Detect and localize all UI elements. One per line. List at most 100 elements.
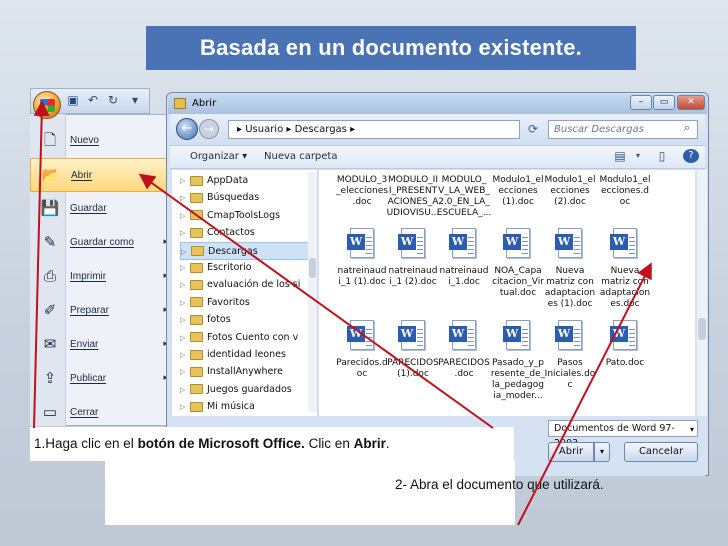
preview-pane-icon[interactable]: ▯ [654, 149, 670, 163]
file-name[interactable]: Parecidos.d oc [334, 358, 390, 380]
nav-item[interactable]: ▷ fotos [180, 311, 316, 329]
menu-item-nuevo[interactable]: 🗋 Nuevo [30, 124, 180, 158]
nav-item[interactable]: ▷ Contactos [180, 224, 316, 242]
menu-item-imprimir[interactable]: ⎙Imprimir▸ [30, 260, 180, 294]
redo-icon[interactable]: ↻ [106, 93, 120, 107]
text-line-icon [468, 241, 474, 242]
nav-item[interactable]: ▷ Favoritos [180, 294, 316, 312]
nav-item[interactable]: ▷ Escritorio [180, 259, 316, 277]
nav-item[interactable]: ▷ identidad leones [180, 346, 316, 364]
search-icon[interactable]: ⌕ [684, 121, 690, 135]
word-document-icon[interactable]: W [449, 228, 476, 258]
refresh-icon[interactable]: ⟳ [522, 120, 544, 139]
nav-item[interactable]: ▷ CmapToolsLogs [180, 207, 316, 225]
menu-item-cerrar[interactable]: ▭ Cerrar [30, 396, 180, 430]
nav-item[interactable]: ▷ AppData [180, 172, 316, 190]
open-button[interactable]: Abrir [548, 442, 594, 462]
minimize-button[interactable]: – [630, 95, 652, 110]
new-folder-button[interactable]: Nueva carpeta [264, 151, 337, 162]
word-document-icon[interactable]: W [347, 320, 374, 350]
nav-item-label: InstallAnywhere [207, 366, 283, 378]
undo-icon[interactable]: ↶ [86, 93, 100, 107]
office-button[interactable] [33, 91, 61, 119]
nav-item[interactable]: ▷ Fotos Cuento con v [180, 329, 316, 347]
menu-item-enviar[interactable]: ✉Enviar▸ [30, 328, 180, 362]
file-name[interactable]: natreinaud i_1 (2).doc [385, 266, 441, 288]
save-icon[interactable]: ▣ [66, 93, 80, 107]
menu-item-label: Imprimir [70, 271, 107, 282]
file-name[interactable]: Modulo1_el ecciones.d oc [597, 175, 653, 208]
file-name[interactable]: Modulo1_el ecciones (2).doc [542, 175, 598, 208]
expand-icon[interactable]: ▷ [180, 259, 190, 277]
expand-icon[interactable]: ▷ [180, 311, 190, 329]
expand-icon[interactable]: ▷ [180, 189, 190, 207]
word-document-icon[interactable]: W [398, 320, 425, 350]
nav-item[interactable]: ▷ InstallAnywhere [180, 363, 316, 381]
search-input[interactable]: Buscar Descargas [548, 120, 698, 139]
word-document-icon[interactable]: W [347, 228, 374, 258]
nav-scrollbar[interactable] [308, 172, 317, 412]
file-name[interactable]: natreinaud i_1.doc [436, 266, 492, 288]
expand-icon[interactable]: ▷ [180, 398, 190, 416]
expand-icon[interactable]: ▷ [180, 172, 190, 190]
expand-icon[interactable]: ▷ [180, 329, 190, 347]
nav-scrollbar-thumb[interactable] [309, 258, 316, 278]
file-name[interactable]: Nueva matriz con adaptacion es (1).doc [542, 266, 598, 310]
file-name[interactable]: NOA_Capa citacion_Vir tual.doc [490, 266, 546, 299]
maximize-button[interactable]: ▭ [653, 95, 675, 110]
organize-button[interactable]: Organizar ▾ [190, 151, 247, 162]
cancel-button[interactable]: Cancelar [624, 442, 698, 462]
expand-icon[interactable]: ▷ [180, 381, 190, 399]
customize-icon[interactable]: ▾ [128, 93, 142, 107]
menu-item-publicar[interactable]: ⇪Publicar▸ [30, 362, 180, 396]
word-document-icon[interactable]: W [555, 228, 582, 258]
file-name[interactable]: Pasos Iniciales.do c [542, 358, 598, 391]
nav-item[interactable]: ▷ evaluación de los si [180, 276, 316, 294]
file-scrollbar[interactable] [697, 170, 707, 416]
file-name[interactable]: PARECIDOS .doc [436, 358, 492, 380]
open-options-button[interactable]: ▾ [594, 442, 610, 462]
forward-button[interactable]: → [199, 119, 219, 139]
file-name[interactable]: natreinaud i_1 (1).doc [334, 266, 390, 288]
nav-item[interactable]: ▷ Descargas [180, 241, 316, 260]
file-name[interactable]: MODULO_3 _elecciones .doc [334, 175, 390, 208]
word-document-icon[interactable]: W [610, 228, 637, 258]
text-line-icon [522, 329, 528, 330]
word-document-icon[interactable]: W [503, 320, 530, 350]
nav-item[interactable]: ▷ Mi música [180, 398, 316, 416]
file-name[interactable]: Nueva matriz con adaptacion es.doc [597, 266, 653, 310]
nav-item[interactable]: ▷ Búsquedas [180, 189, 316, 207]
file-scrollbar-thumb[interactable] [698, 318, 706, 340]
help-icon[interactable]: ? [683, 149, 699, 163]
word-document-icon[interactable]: W [398, 228, 425, 258]
expand-icon[interactable]: ▷ [181, 243, 191, 259]
address-bar[interactable]: ▸ Usuario ▸ Descargas ▸ [228, 120, 520, 139]
close-button[interactable]: ✕ [677, 95, 705, 110]
expand-icon[interactable]: ▷ [180, 276, 190, 294]
expand-icon[interactable]: ▷ [180, 224, 190, 242]
menu-item-abrir[interactable]: 📂 Abrir [30, 158, 180, 192]
file-type-select[interactable]: Documentos de Word 97-2003▾ [548, 420, 698, 449]
file-name[interactable]: Pasado_y_p resente_de_ la_pedagog ia_mod… [490, 358, 546, 402]
word-document-icon[interactable]: W [610, 320, 637, 350]
menu-item-guardar[interactable]: 💾 Guardar [30, 192, 180, 226]
file-name[interactable]: Pato.doc [597, 358, 653, 369]
expand-icon[interactable]: ▷ [180, 294, 190, 312]
views-dropdown-icon[interactable]: ▾ [630, 149, 646, 163]
word-document-icon[interactable]: W [555, 320, 582, 350]
expand-icon[interactable]: ▷ [180, 207, 190, 225]
file-name[interactable]: PARECIDOS (1).doc [385, 358, 441, 380]
word-document-icon[interactable]: W [503, 228, 530, 258]
file-name[interactable]: Modulo1_el ecciones (1).doc [490, 175, 546, 208]
views-icon[interactable]: ▤ [612, 149, 628, 163]
expand-icon[interactable]: ▷ [180, 346, 190, 364]
expand-icon[interactable]: ▷ [180, 363, 190, 381]
menu-item-guardar-como[interactable]: ✎Guardar como▸ [30, 226, 180, 260]
nav-item[interactable]: ▷ Juegos guardados [180, 381, 316, 399]
text-line-icon [417, 245, 423, 246]
file-name[interactable]: MODULO_II I_PRESENT ACIONES_A UDIOVISU..… [385, 175, 441, 219]
file-name[interactable]: MODULO_ V_LA_WEB_ 2.0_EN_LA_ ESCUELA_... [436, 175, 492, 219]
back-button[interactable]: ← [176, 118, 198, 140]
menu-item-preparar[interactable]: ✐Preparar▸ [30, 294, 180, 328]
word-document-icon[interactable]: W [449, 320, 476, 350]
